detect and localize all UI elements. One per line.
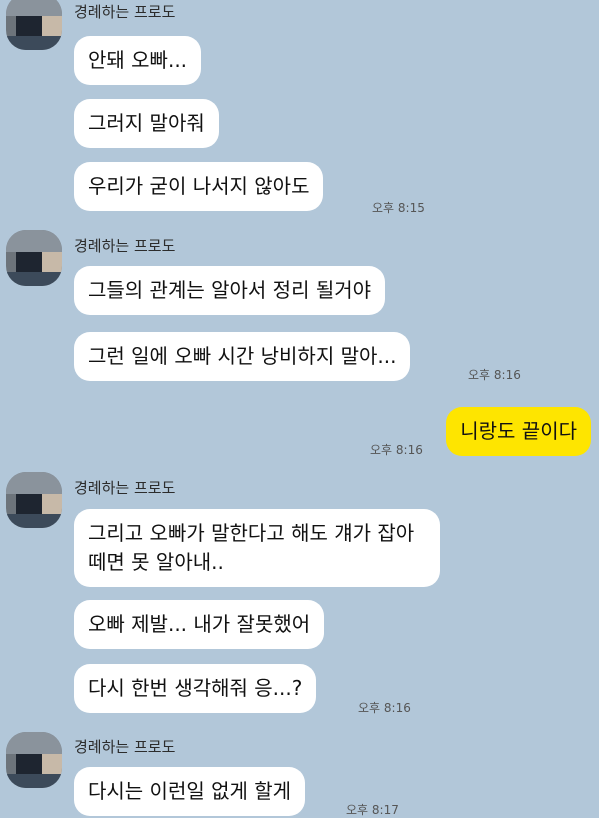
message-bubble[interactable]: 안돼 오빠... (74, 36, 202, 85)
message-timestamp: 오후 8:16 (358, 701, 411, 715)
avatar[interactable] (6, 472, 62, 528)
sender-name: 경례하는 프로도 (74, 237, 176, 255)
avatar[interactable] (6, 0, 62, 50)
avatar[interactable] (6, 230, 62, 286)
my-message-bubble[interactable]: 니랑도 끝이다 (446, 407, 591, 456)
message-bubble[interactable]: 오빠 제발... 내가 잘못했어 (74, 600, 325, 649)
sender-name: 경례하는 프로도 (74, 479, 176, 497)
message-timestamp: 오후 8:17 (346, 803, 399, 817)
sender-name: 경례하는 프로도 (74, 738, 176, 756)
message-bubble[interactable]: 그들의 관계는 알아서 정리 될거야 (74, 266, 386, 315)
sender-name: 경례하는 프로도 (74, 3, 176, 21)
message-bubble[interactable]: 그리고 오빠가 말한다고 해도 걔가 잡아떼면 못 알아내.. (74, 509, 440, 587)
avatar[interactable] (6, 732, 62, 788)
message-timestamp: 오후 8:16 (468, 368, 521, 382)
message-bubble[interactable]: 다시 한번 생각해줘 응...? (74, 664, 317, 713)
message-bubble[interactable]: 다시는 이런일 없게 할게 (74, 767, 306, 816)
message-bubble[interactable]: 우리가 굳이 나서지 않아도 (74, 162, 324, 211)
my-message-timestamp: 오후 8:16 (370, 443, 423, 457)
message-timestamp: 오후 8:15 (372, 201, 425, 215)
message-bubble[interactable]: 그러지 말아줘 (74, 99, 219, 148)
message-bubble[interactable]: 그런 일에 오빠 시간 낭비하지 말아... (74, 332, 411, 381)
